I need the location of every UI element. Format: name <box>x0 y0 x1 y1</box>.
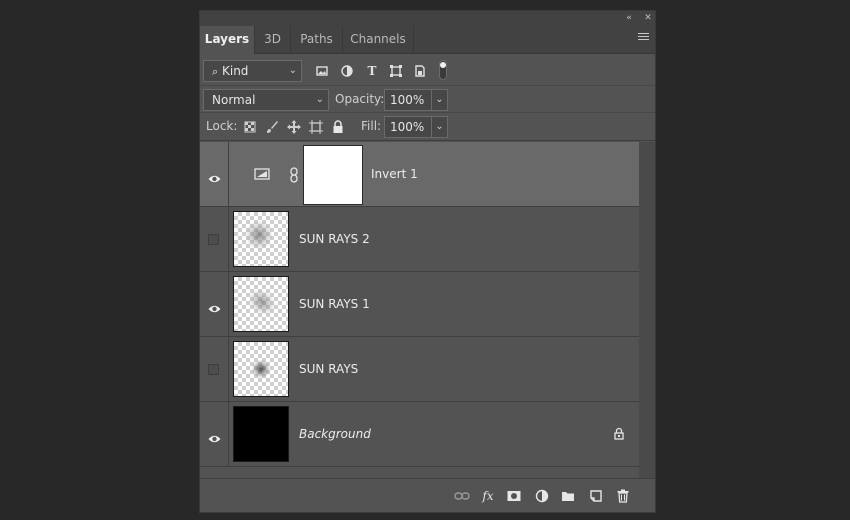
visibility-toggle[interactable] <box>200 272 229 336</box>
pixel-filter-icon[interactable] <box>315 64 329 78</box>
layer-name: SUN RAYS 1 <box>299 297 370 311</box>
panel-menu-icon[interactable] <box>638 33 649 42</box>
lock-all-icon[interactable] <box>331 120 345 134</box>
filter-row: ⌕ Kind ⌄ T <box>200 56 655 86</box>
layer-row-sun-rays[interactable]: SUN RAYS <box>200 337 639 402</box>
layer-row-sun-rays-1[interactable]: SUN RAYS 1 <box>200 272 639 337</box>
layer-row-sun-rays-2[interactable]: SUN RAYS 2 <box>200 207 639 272</box>
shape-filter-icon[interactable] <box>389 64 403 78</box>
layers-panel: « ✕ Layers 3D Paths Channels ⌕ Kind ⌄ T <box>199 10 656 513</box>
adjustment-filter-icon[interactable] <box>340 64 354 78</box>
layer-name: Background <box>299 427 371 441</box>
lock-brush-icon[interactable] <box>265 120 279 134</box>
fill-label: Fill: <box>361 119 382 133</box>
layer-name: SUN RAYS 2 <box>299 232 370 246</box>
layers-bottom-toolbar: fx <box>200 478 655 512</box>
layer-name: Invert 1 <box>371 167 418 181</box>
eye-icon <box>208 429 221 448</box>
search-icon: ⌕ <box>212 65 219 78</box>
tab-channels[interactable]: Channels <box>343 26 414 53</box>
layer-thumbnail[interactable] <box>233 276 289 332</box>
fx-icon[interactable]: fx <box>481 489 495 503</box>
tab-3d[interactable]: 3D <box>255 26 291 53</box>
type-filter-icon[interactable]: T <box>365 64 379 78</box>
tab-layers[interactable]: Layers <box>200 26 255 54</box>
opacity-dropdown-button[interactable]: ⌄ <box>431 89 448 111</box>
visibility-toggle[interactable] <box>200 402 229 466</box>
blend-row: Normal ⌄ Opacity: 100% ⌄ <box>200 86 655 113</box>
new-adjustment-icon[interactable] <box>535 489 549 503</box>
opacity-input[interactable]: 100% <box>384 89 432 111</box>
adjustment-layer-icon <box>254 167 270 181</box>
lock-transparent-icon[interactable] <box>243 120 257 134</box>
eye-icon <box>208 169 221 188</box>
filter-toggle[interactable] <box>439 60 447 80</box>
new-group-icon[interactable] <box>561 489 575 503</box>
visibility-off-box <box>208 364 219 375</box>
delete-layer-icon[interactable] <box>616 489 630 503</box>
chevron-down-icon: ⌄ <box>315 94 324 105</box>
chevron-down-icon: ⌄ <box>288 65 297 76</box>
panel-tabs: Layers 3D Paths Channels <box>200 26 655 54</box>
smart-object-filter-icon[interactable] <box>413 64 427 78</box>
layers-scrollbar[interactable] <box>639 142 655 478</box>
visibility-toggle[interactable] <box>200 207 229 271</box>
tab-paths[interactable]: Paths <box>291 26 343 53</box>
layer-row-invert-1[interactable]: Invert 1 <box>200 142 639 207</box>
layer-mask-thumbnail[interactable] <box>303 145 363 205</box>
blend-mode-select[interactable]: Normal ⌄ <box>203 89 329 111</box>
panel-titlebar: « ✕ <box>200 11 655 26</box>
layer-row-background[interactable]: Background <box>200 402 639 467</box>
layers-list: Invert 1 SUN RAYS 2 SUN RAYS 1 SUN RAYS … <box>200 142 639 478</box>
eye-icon <box>208 299 221 318</box>
layer-thumbnail[interactable] <box>233 341 289 397</box>
add-mask-icon[interactable] <box>507 489 521 503</box>
blend-mode-value: Normal <box>212 93 256 107</box>
opacity-label: Opacity: <box>335 92 385 106</box>
link-layers-icon[interactable] <box>454 489 470 503</box>
sun-rays-preview <box>252 360 270 378</box>
lock-icon <box>613 427 627 441</box>
lock-move-icon[interactable] <box>287 120 301 134</box>
layer-thumbnail[interactable] <box>233 211 289 267</box>
lock-label: Lock: <box>206 119 238 133</box>
close-panel-icon[interactable]: ✕ <box>641 11 655 26</box>
fill-input[interactable]: 100% <box>384 116 432 138</box>
layer-thumbnail[interactable] <box>233 406 289 462</box>
kind-label: Kind <box>222 64 249 78</box>
visibility-toggle[interactable] <box>200 142 229 206</box>
sun-rays-preview <box>244 284 280 320</box>
sun-rays-preview <box>246 220 272 250</box>
kind-filter-select[interactable]: ⌕ Kind ⌄ <box>203 60 302 82</box>
lock-row: Lock: Fill: 100% ⌄ <box>200 113 655 141</box>
lock-artboard-icon[interactable] <box>309 120 323 134</box>
fill-dropdown-button[interactable]: ⌄ <box>431 116 448 138</box>
mask-link-icon[interactable] <box>289 167 303 183</box>
layer-name: SUN RAYS <box>299 362 359 376</box>
collapse-panel-icon[interactable]: « <box>622 11 636 26</box>
visibility-toggle[interactable] <box>200 337 229 401</box>
visibility-off-box <box>208 234 219 245</box>
new-layer-icon[interactable] <box>589 489 603 503</box>
